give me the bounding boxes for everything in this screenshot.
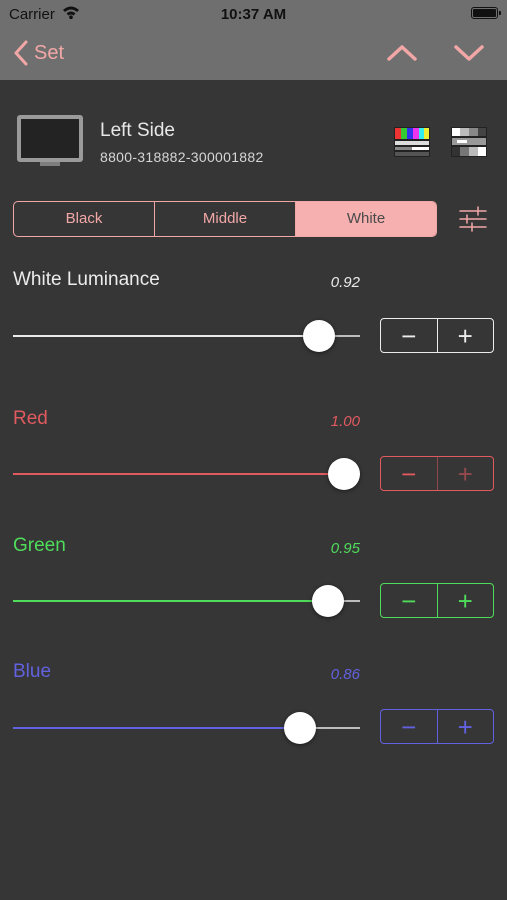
monitor-icon <box>17 115 83 166</box>
grayscale-pattern-icon[interactable] <box>451 127 487 157</box>
status-time: 10:37 AM <box>220 6 287 23</box>
white-luminance-slider-thumb[interactable] <box>302 320 335 352</box>
red-value: 1.00 <box>330 413 360 430</box>
device-serial: 8800-318882-300001882 <box>100 149 264 165</box>
slider-fill <box>13 727 300 729</box>
blue-slider-thumb[interactable] <box>283 712 316 744</box>
decrement-button[interactable]: − <box>381 710 437 743</box>
decrement-button[interactable]: − <box>381 457 437 490</box>
battery-icon <box>471 7 501 19</box>
navigation-bar: Set <box>0 28 507 80</box>
red-slider[interactable] <box>13 473 360 475</box>
increment-button[interactable]: + <box>436 584 494 617</box>
device-name: Left Side <box>100 120 175 141</box>
green-value: 0.95 <box>330 540 360 557</box>
chevron-up-icon[interactable] <box>385 40 419 66</box>
red-stepper: − + <box>380 456 494 491</box>
increment-button[interactable]: + <box>436 457 494 490</box>
white-luminance-label: White Luminance <box>13 269 160 290</box>
chevron-down-icon[interactable] <box>452 40 486 66</box>
increment-button[interactable]: + <box>436 710 494 743</box>
green-slider-thumb[interactable] <box>312 585 345 617</box>
status-bar: Carrier 10:37 AM <box>0 0 507 28</box>
chevron-left-icon <box>14 40 28 66</box>
blue-label: Blue <box>13 661 52 682</box>
sliders-settings-icon[interactable] <box>458 206 488 232</box>
white-luminance-value: 0.92 <box>330 274 360 291</box>
green-slider[interactable] <box>13 600 360 602</box>
decrement-button[interactable]: − <box>381 319 437 352</box>
green-stepper: − + <box>380 583 494 618</box>
increment-button[interactable]: + <box>436 319 494 352</box>
segment-white[interactable]: White <box>295 202 436 236</box>
back-button-label: Set <box>34 41 65 64</box>
slider-fill <box>13 600 329 602</box>
color-bars-pattern-icon[interactable] <box>394 127 430 157</box>
segment-black[interactable]: Black <box>14 202 154 236</box>
red-label: Red <box>13 408 48 429</box>
back-button[interactable]: Set <box>14 40 64 66</box>
slider-fill <box>13 335 319 337</box>
level-segmented-control: Black Middle White <box>13 201 437 237</box>
white-luminance-stepper: − + <box>380 318 494 353</box>
green-label: Green <box>13 535 66 556</box>
blue-stepper: − + <box>380 709 494 744</box>
red-slider-thumb[interactable] <box>328 458 360 490</box>
decrement-button[interactable]: − <box>381 584 437 617</box>
slider-fill <box>13 473 344 475</box>
blue-value: 0.86 <box>330 666 360 683</box>
segment-middle[interactable]: Middle <box>154 202 295 236</box>
